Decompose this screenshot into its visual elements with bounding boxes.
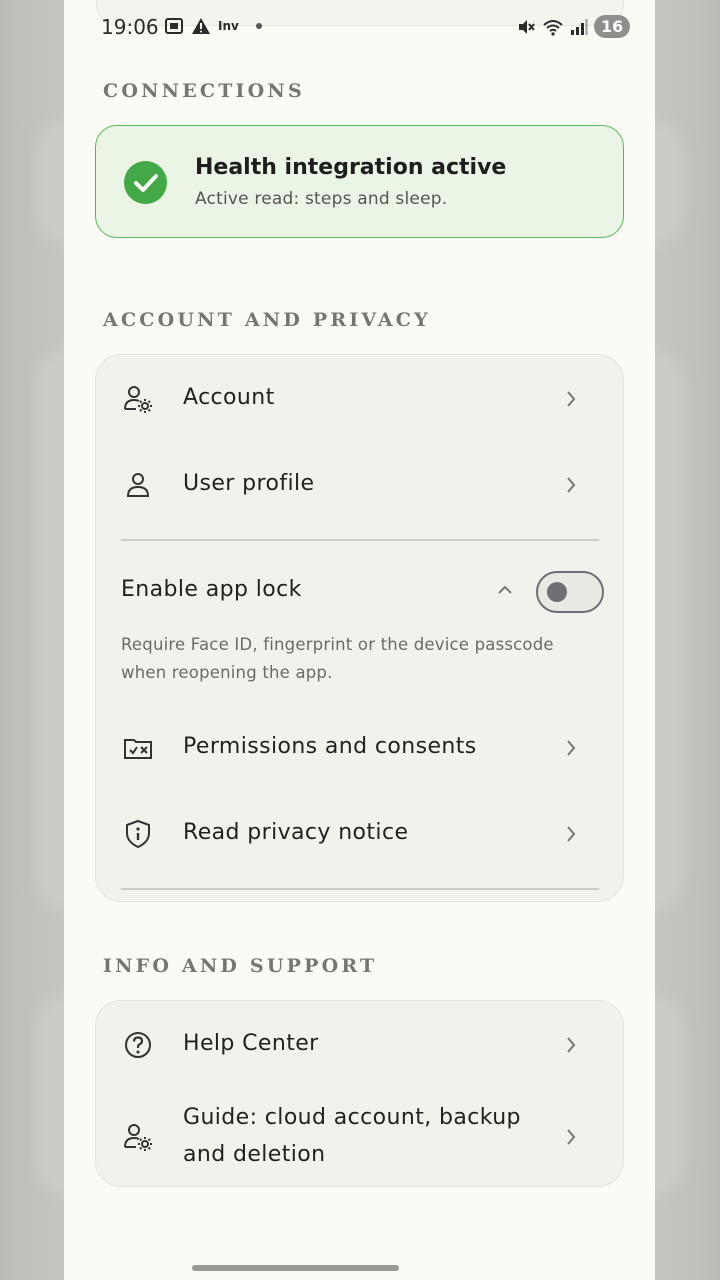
health-subtitle: Active read: steps and sleep. (195, 189, 448, 209)
chevron-right-icon (567, 391, 576, 407)
account-privacy-card: Account User profile Enable app lock Req… (95, 354, 624, 902)
chevron-right-icon (567, 740, 576, 756)
status-time: 19:06 (101, 15, 159, 39)
battery-level: 16 (594, 15, 631, 38)
section-connections-title: CONNECTIONS (103, 80, 305, 102)
help-circle-icon (125, 1032, 151, 1058)
toggle-knob (547, 582, 567, 602)
folder-check-icon (124, 739, 152, 759)
section-account-privacy-title: ACCOUNT AND PRIVACY (103, 309, 431, 331)
dot-icon (255, 23, 262, 29)
section-info-support-title: INFO AND SUPPORT (103, 955, 378, 977)
user-gear-icon (124, 1124, 152, 1151)
guide-label-line2: and deletion (183, 1142, 326, 1167)
health-integration-card[interactable]: Health integration active Active read: s… (95, 125, 624, 238)
chevron-up-icon[interactable] (496, 583, 514, 597)
health-title: Health integration active (195, 155, 507, 180)
home-indicator[interactable] (192, 1265, 399, 1271)
account-label: Account (183, 385, 275, 410)
user-icon (126, 473, 150, 497)
guide-label: Guide: cloud account, backup and deletio… (183, 1099, 521, 1173)
warning-icon (192, 18, 210, 34)
guide-label-line1: Guide: cloud account, backup (183, 1105, 521, 1130)
account-row[interactable]: Account (96, 359, 623, 439)
wifi-icon (543, 19, 563, 36)
signal-icon (571, 18, 588, 35)
permissions-label: Permissions and consents (183, 734, 477, 759)
guide-row[interactable]: Guide: cloud account, backup and deletio… (96, 1091, 623, 1183)
app-lock-description: Require Face ID, fingerprint or the devi… (121, 635, 554, 682)
user-gear-icon (124, 386, 152, 413)
chevron-right-icon (567, 1129, 576, 1145)
chevron-right-icon (567, 826, 576, 842)
status-left-icons: Inv (164, 16, 266, 36)
settings-panel: 19:06 Inv 16 CONNECTIONS Health integrat… (64, 0, 655, 1280)
app-badge: Inv (218, 19, 239, 33)
divider (121, 888, 599, 890)
user-profile-label: User profile (183, 471, 315, 496)
help-center-row[interactable]: Help Center (96, 1005, 623, 1085)
divider (121, 539, 599, 541)
status-right-icons: 16 (516, 15, 631, 38)
privacy-notice-row[interactable]: Read privacy notice (96, 794, 623, 874)
app-lock-label: Enable app lock (121, 577, 302, 602)
shield-info-icon (126, 819, 150, 849)
chevron-right-icon (567, 1037, 576, 1053)
privacy-notice-label: Read privacy notice (183, 820, 409, 845)
app-lock-toggle[interactable] (536, 571, 604, 613)
info-support-card: Help Center Guide: cloud account, backup… (95, 1000, 624, 1187)
screenshot-icon (165, 18, 183, 34)
help-center-label: Help Center (183, 1031, 319, 1056)
mute-icon (519, 19, 535, 34)
status-bar: 19:06 Inv 16 (64, 0, 655, 56)
check-circle-icon (124, 161, 167, 204)
chevron-right-icon (567, 477, 576, 493)
user-profile-row[interactable]: User profile (96, 445, 623, 525)
permissions-row[interactable]: Permissions and consents (96, 708, 623, 788)
